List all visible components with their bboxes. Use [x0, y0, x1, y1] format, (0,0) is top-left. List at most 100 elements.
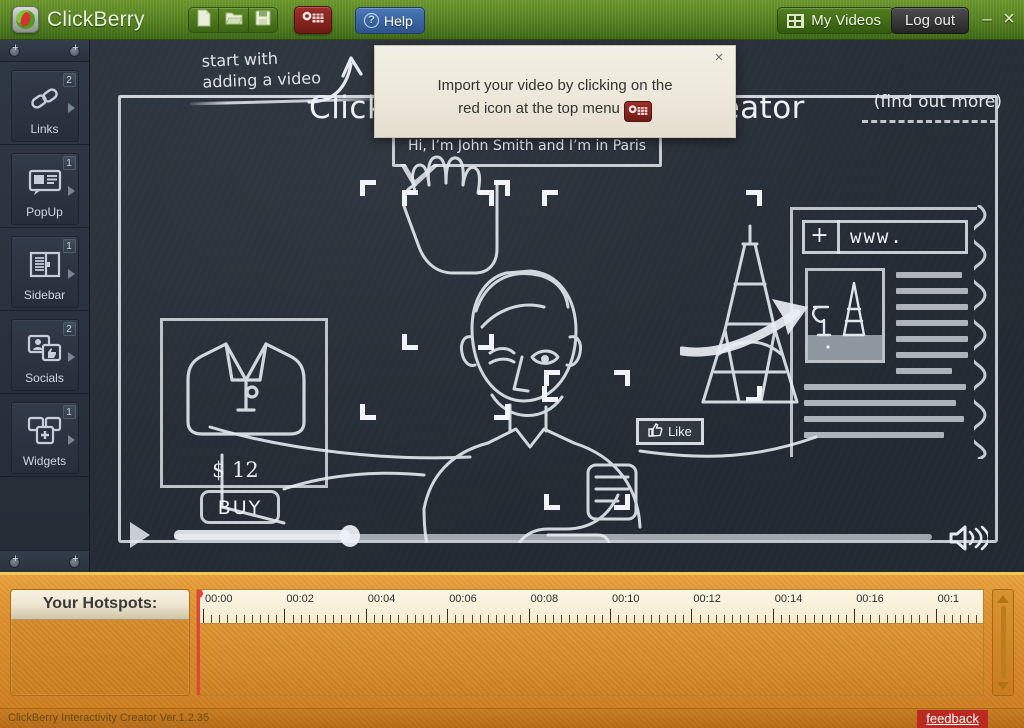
ruler-tick [666, 615, 668, 623]
ruler-tick [886, 615, 888, 623]
logout-button[interactable]: Log out [890, 7, 969, 34]
selection-device[interactable] [544, 370, 630, 510]
tooltip-line-2: red icon at the top menu [458, 100, 620, 117]
product-price: $ 12 [212, 458, 259, 482]
hotspots-panel[interactable]: Your Hotspots: [10, 589, 190, 696]
seek-bar-handle[interactable] [340, 525, 360, 547]
feedback-button[interactable]: feedback [917, 710, 988, 728]
browser-text-line [804, 432, 944, 438]
ruler-tick [968, 615, 970, 623]
sidebar-item-popup[interactable]: 1 PopUp [0, 145, 89, 228]
ruler-tick [650, 615, 652, 623]
ruler-tick [553, 615, 555, 623]
ruler-tick [406, 615, 408, 623]
ruler-tick [911, 615, 913, 623]
browser-text-line [896, 336, 968, 342]
my-videos-button[interactable]: My Videos [777, 7, 894, 34]
status-bar: ClickBerry Interactivity Creator Ver.1.2… [0, 708, 1024, 728]
ruler-label: 00:12 [693, 593, 721, 605]
close-icon[interactable]: × [1000, 9, 1018, 29]
ruler-tick [536, 615, 538, 623]
timeline-track-area[interactable]: 00:00 00:02 00:04 00:06 00:08 00:10 00:12 00:14… [196, 589, 984, 696]
timeline-scrollbar[interactable] [992, 589, 1014, 696]
ruler-tick [471, 615, 473, 623]
top-toolbar: ClickBerry ? Help My Videos Log out – × [0, 0, 1024, 40]
sidebar-item-socials[interactable]: 2 Socials [0, 311, 89, 394]
ruler-tick [829, 615, 831, 623]
ruler-tick [227, 615, 229, 623]
new-tab-plus-icon[interactable]: + [802, 220, 840, 254]
ruler-tick [235, 615, 237, 623]
help-button[interactable]: ? Help [355, 7, 425, 34]
browser-torn-edge [974, 205, 987, 459]
playhead[interactable] [197, 590, 203, 695]
browser-text-line [896, 352, 968, 358]
ruler-tick [707, 615, 709, 623]
expand-right-bottom-icon[interactable] [69, 554, 81, 568]
socials-label: Socials [25, 371, 64, 385]
ruler-tick [691, 609, 693, 623]
ruler-tick [789, 615, 791, 623]
my-videos-label: My Videos [811, 12, 881, 29]
ruler-tick [373, 615, 375, 623]
browser-text-line [804, 384, 966, 390]
volume-icon[interactable] [948, 524, 991, 557]
clickberry-logo-icon [12, 6, 39, 33]
expand-right-icon[interactable] [69, 43, 81, 57]
thumbs-up-icon [648, 423, 663, 440]
import-tooltip-popup: × Import your video by clicking on the r… [374, 45, 736, 138]
seek-bar-progress [174, 530, 350, 540]
ruler-tick [935, 609, 937, 623]
import-video-button[interactable] [294, 6, 332, 34]
app-logo: ClickBerry [12, 6, 145, 33]
ruler-tick [203, 609, 204, 623]
ruler-tick [740, 615, 742, 623]
popup-window-icon [12, 166, 78, 198]
play-button-icon[interactable] [130, 522, 150, 548]
expand-left-icon[interactable] [9, 43, 21, 57]
minimize-icon[interactable]: – [978, 10, 996, 29]
sidebar-bottom-handles [0, 550, 89, 572]
ruler-tick [797, 615, 799, 623]
open-folder-button[interactable] [218, 7, 248, 33]
sidebar-item-sidebar[interactable]: 1 Sidebar [0, 228, 89, 311]
ruler-label: 00:1 [937, 593, 960, 605]
scroll-down-arrow-icon[interactable] [997, 682, 1009, 690]
ruler-label: 00:14 [774, 593, 803, 605]
tooltip-close-icon[interactable]: × [711, 50, 727, 66]
save-button[interactable] [248, 7, 278, 33]
tools-sidebar: 2 Links 1 [0, 40, 90, 572]
new-document-button[interactable] [188, 7, 218, 33]
expand-left-bottom-icon[interactable] [9, 554, 21, 568]
scrollbar-thumb[interactable] [1001, 606, 1006, 679]
ruler-tick [528, 609, 530, 623]
ruler-tick [520, 615, 522, 623]
ruler-tick [601, 615, 603, 623]
logout-label: Log out [904, 12, 955, 29]
sidebar-item-links[interactable]: 2 Links [0, 62, 89, 145]
timeline-tracks[interactable] [197, 624, 983, 695]
ruler-tick [683, 615, 685, 623]
hotspots-title: Your Hotspots: [11, 590, 189, 620]
sidebar-item-widgets[interactable]: 1 Widgets [0, 394, 89, 477]
ruler-tick [308, 615, 310, 623]
ruler-tick [732, 615, 734, 623]
import-video-icon [301, 9, 325, 32]
scroll-up-arrow-icon[interactable] [997, 595, 1009, 603]
url-text: www. [850, 226, 904, 248]
ruler-tick [951, 615, 953, 623]
ruler-tick [569, 615, 571, 623]
ruler-tick [813, 615, 815, 623]
ruler-tick [251, 615, 253, 623]
ruler-tick [414, 615, 416, 623]
ruler-label: 00:02 [286, 593, 314, 605]
ruler-tick [455, 615, 457, 623]
selection-person[interactable] [360, 180, 510, 420]
ruler-tick [772, 609, 774, 623]
ruler-tick [479, 615, 481, 623]
video-player-controls [118, 514, 998, 560]
like-button[interactable]: Like [636, 418, 704, 445]
ruler-tick [577, 615, 579, 623]
time-ruler[interactable]: 00:00 00:02 00:04 00:06 00:08 00:10 00:12 00:14… [197, 590, 983, 624]
ruler-tick [430, 615, 432, 623]
